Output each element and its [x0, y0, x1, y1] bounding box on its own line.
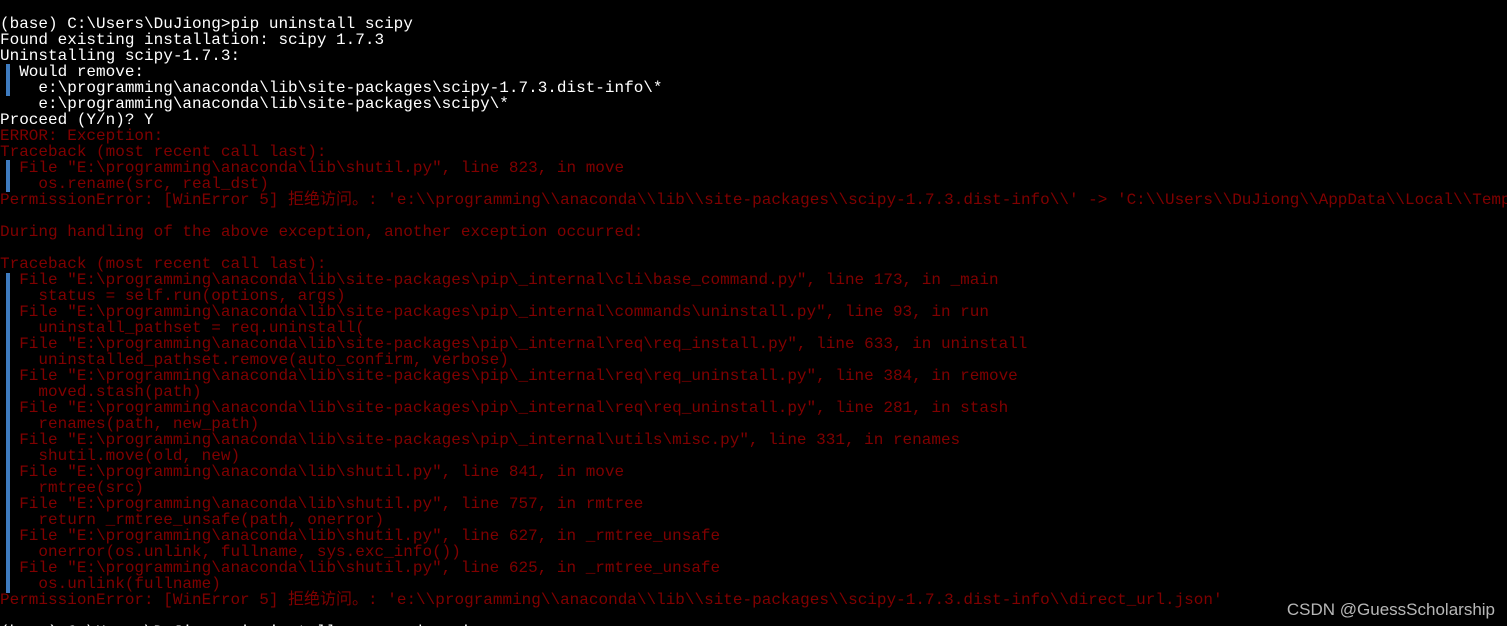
- selection-bar-icon: [6, 401, 10, 433]
- selection-bar-icon: [6, 160, 10, 192]
- permission-error-line: PermissionError: [WinError 5] 拒绝访问。: 'e:…: [0, 591, 1223, 609]
- selection-bar-icon: [6, 561, 10, 593]
- selection-bar-icon: [6, 305, 10, 337]
- terminal-output[interactable]: (base) C:\Users\DuJiong>pip uninstall sc…: [0, 0, 1507, 626]
- selection-bar-icon: [6, 529, 10, 561]
- csdn-watermark: CSDN @GuessScholarship: [1287, 600, 1495, 620]
- selection-bar-icon: [6, 273, 10, 305]
- selection-bar-icon: [6, 497, 10, 529]
- selection-bar-icon: [6, 64, 10, 96]
- exception-handling-line: During handling of the above exception, …: [0, 223, 643, 241]
- selection-bar-icon: [6, 433, 10, 465]
- selection-bar-icon: [6, 465, 10, 497]
- permission-error-line: PermissionError: [WinError 5] 拒绝访问。: 'e:…: [0, 191, 1507, 209]
- selection-bar-icon: [6, 369, 10, 401]
- selection-bar-icon: [6, 337, 10, 369]
